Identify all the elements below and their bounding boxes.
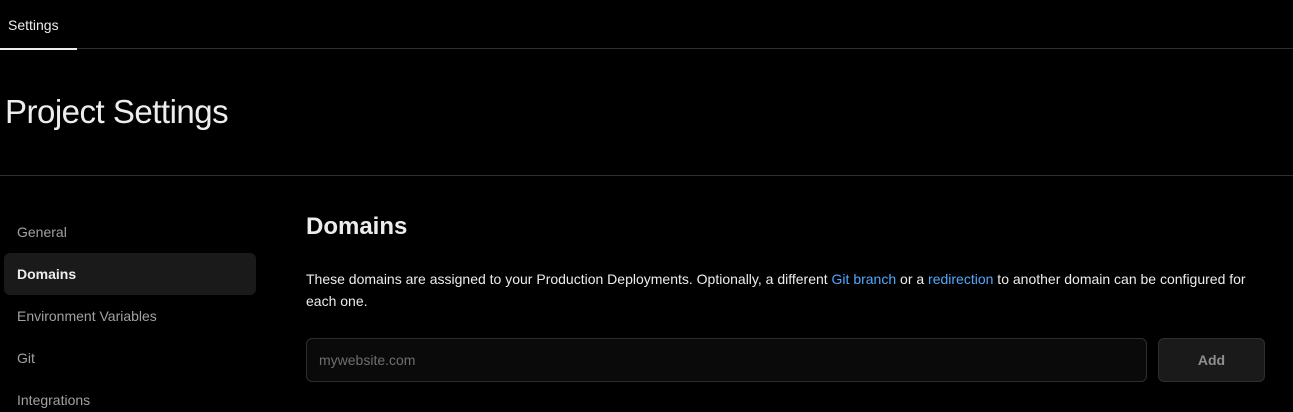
- top-tab-bar: Settings: [0, 0, 1293, 50]
- sidebar-item-label: Integrations: [17, 392, 91, 408]
- description-text: or a: [896, 271, 929, 287]
- add-domain-row: Add: [306, 338, 1266, 382]
- description-text: These domains are assigned to your Produ…: [306, 271, 832, 287]
- redirection-link[interactable]: redirection: [928, 271, 993, 287]
- section-title: Domains: [306, 213, 408, 240]
- git-branch-link[interactable]: Git branch: [832, 271, 897, 287]
- page-header: Project Settings: [0, 50, 1293, 176]
- sidebar-item-label: Git: [17, 350, 35, 366]
- domains-section: Domains These domains are assigned to yo…: [306, 206, 1266, 382]
- domain-input[interactable]: [306, 338, 1147, 382]
- sidebar-item-label: General: [17, 224, 67, 240]
- sidebar-item-git[interactable]: Git: [4, 337, 256, 379]
- sidebar-item-general[interactable]: General: [4, 211, 256, 253]
- sidebar-item-label: Environment Variables: [17, 308, 157, 324]
- settings-sidebar: General Domains Environment Variables Gi…: [4, 211, 256, 412]
- add-domain-button[interactable]: Add: [1158, 338, 1265, 382]
- sidebar-item-environment-variables[interactable]: Environment Variables: [4, 295, 256, 337]
- domains-description: These domains are assigned to your Produ…: [306, 268, 1251, 312]
- project-settings-page: Settings Project Settings General Domain…: [0, 0, 1293, 412]
- page-title: Project Settings: [5, 93, 229, 130]
- sidebar-item-domains[interactable]: Domains: [4, 253, 256, 295]
- sidebar-item-integrations[interactable]: Integrations: [4, 379, 256, 412]
- sidebar-item-label: Domains: [17, 266, 77, 282]
- tab-settings[interactable]: Settings: [0, 0, 77, 50]
- tab-settings-label: Settings: [8, 16, 59, 33]
